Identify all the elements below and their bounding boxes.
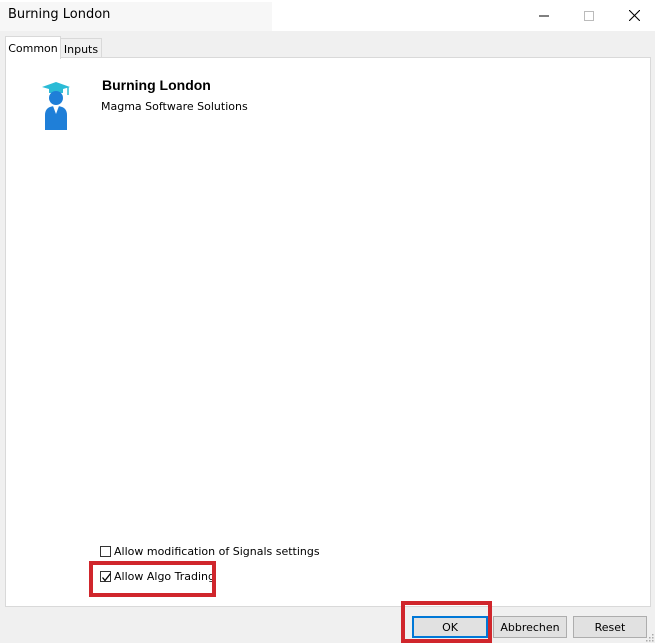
close-icon [628,10,640,21]
graduate-avatar-icon [42,82,70,130]
cancel-button-label: Abbrechen [500,620,560,634]
signals-label: Allow modification of Signals settings [114,545,320,558]
common-tab-panel: Burning London Magma Software Solutions [5,57,651,607]
maximize-icon [584,10,594,21]
expert-company: Magma Software Solutions [101,100,248,113]
algo-trading-highlight-box [89,561,216,597]
tab-common[interactable]: Common [5,36,61,59]
expert-name: Burning London [102,77,211,93]
dialog-window: Burning London Common Inputs Burning Lon… [0,0,655,643]
close-button[interactable] [611,0,655,31]
resize-grip-icon[interactable] [644,632,654,642]
tab-inputs-label: Inputs [63,42,99,56]
tab-inputs[interactable]: Inputs [60,38,102,59]
minimize-button[interactable] [521,0,567,31]
minimize-icon [539,15,549,16]
title-bar: Burning London [0,0,655,31]
tab-common-label: Common [8,41,58,55]
maximize-button[interactable] [566,0,612,31]
signals-checkbox[interactable] [100,546,111,557]
reset-button[interactable]: Reset [573,616,647,638]
ok-highlight-box [401,601,492,643]
window-title: Burning London [8,7,111,22]
reset-button-label: Reset [594,620,626,634]
cancel-button[interactable]: Abbrechen [493,616,567,638]
signals-option[interactable]: Allow modification of Signals settings [100,545,320,558]
